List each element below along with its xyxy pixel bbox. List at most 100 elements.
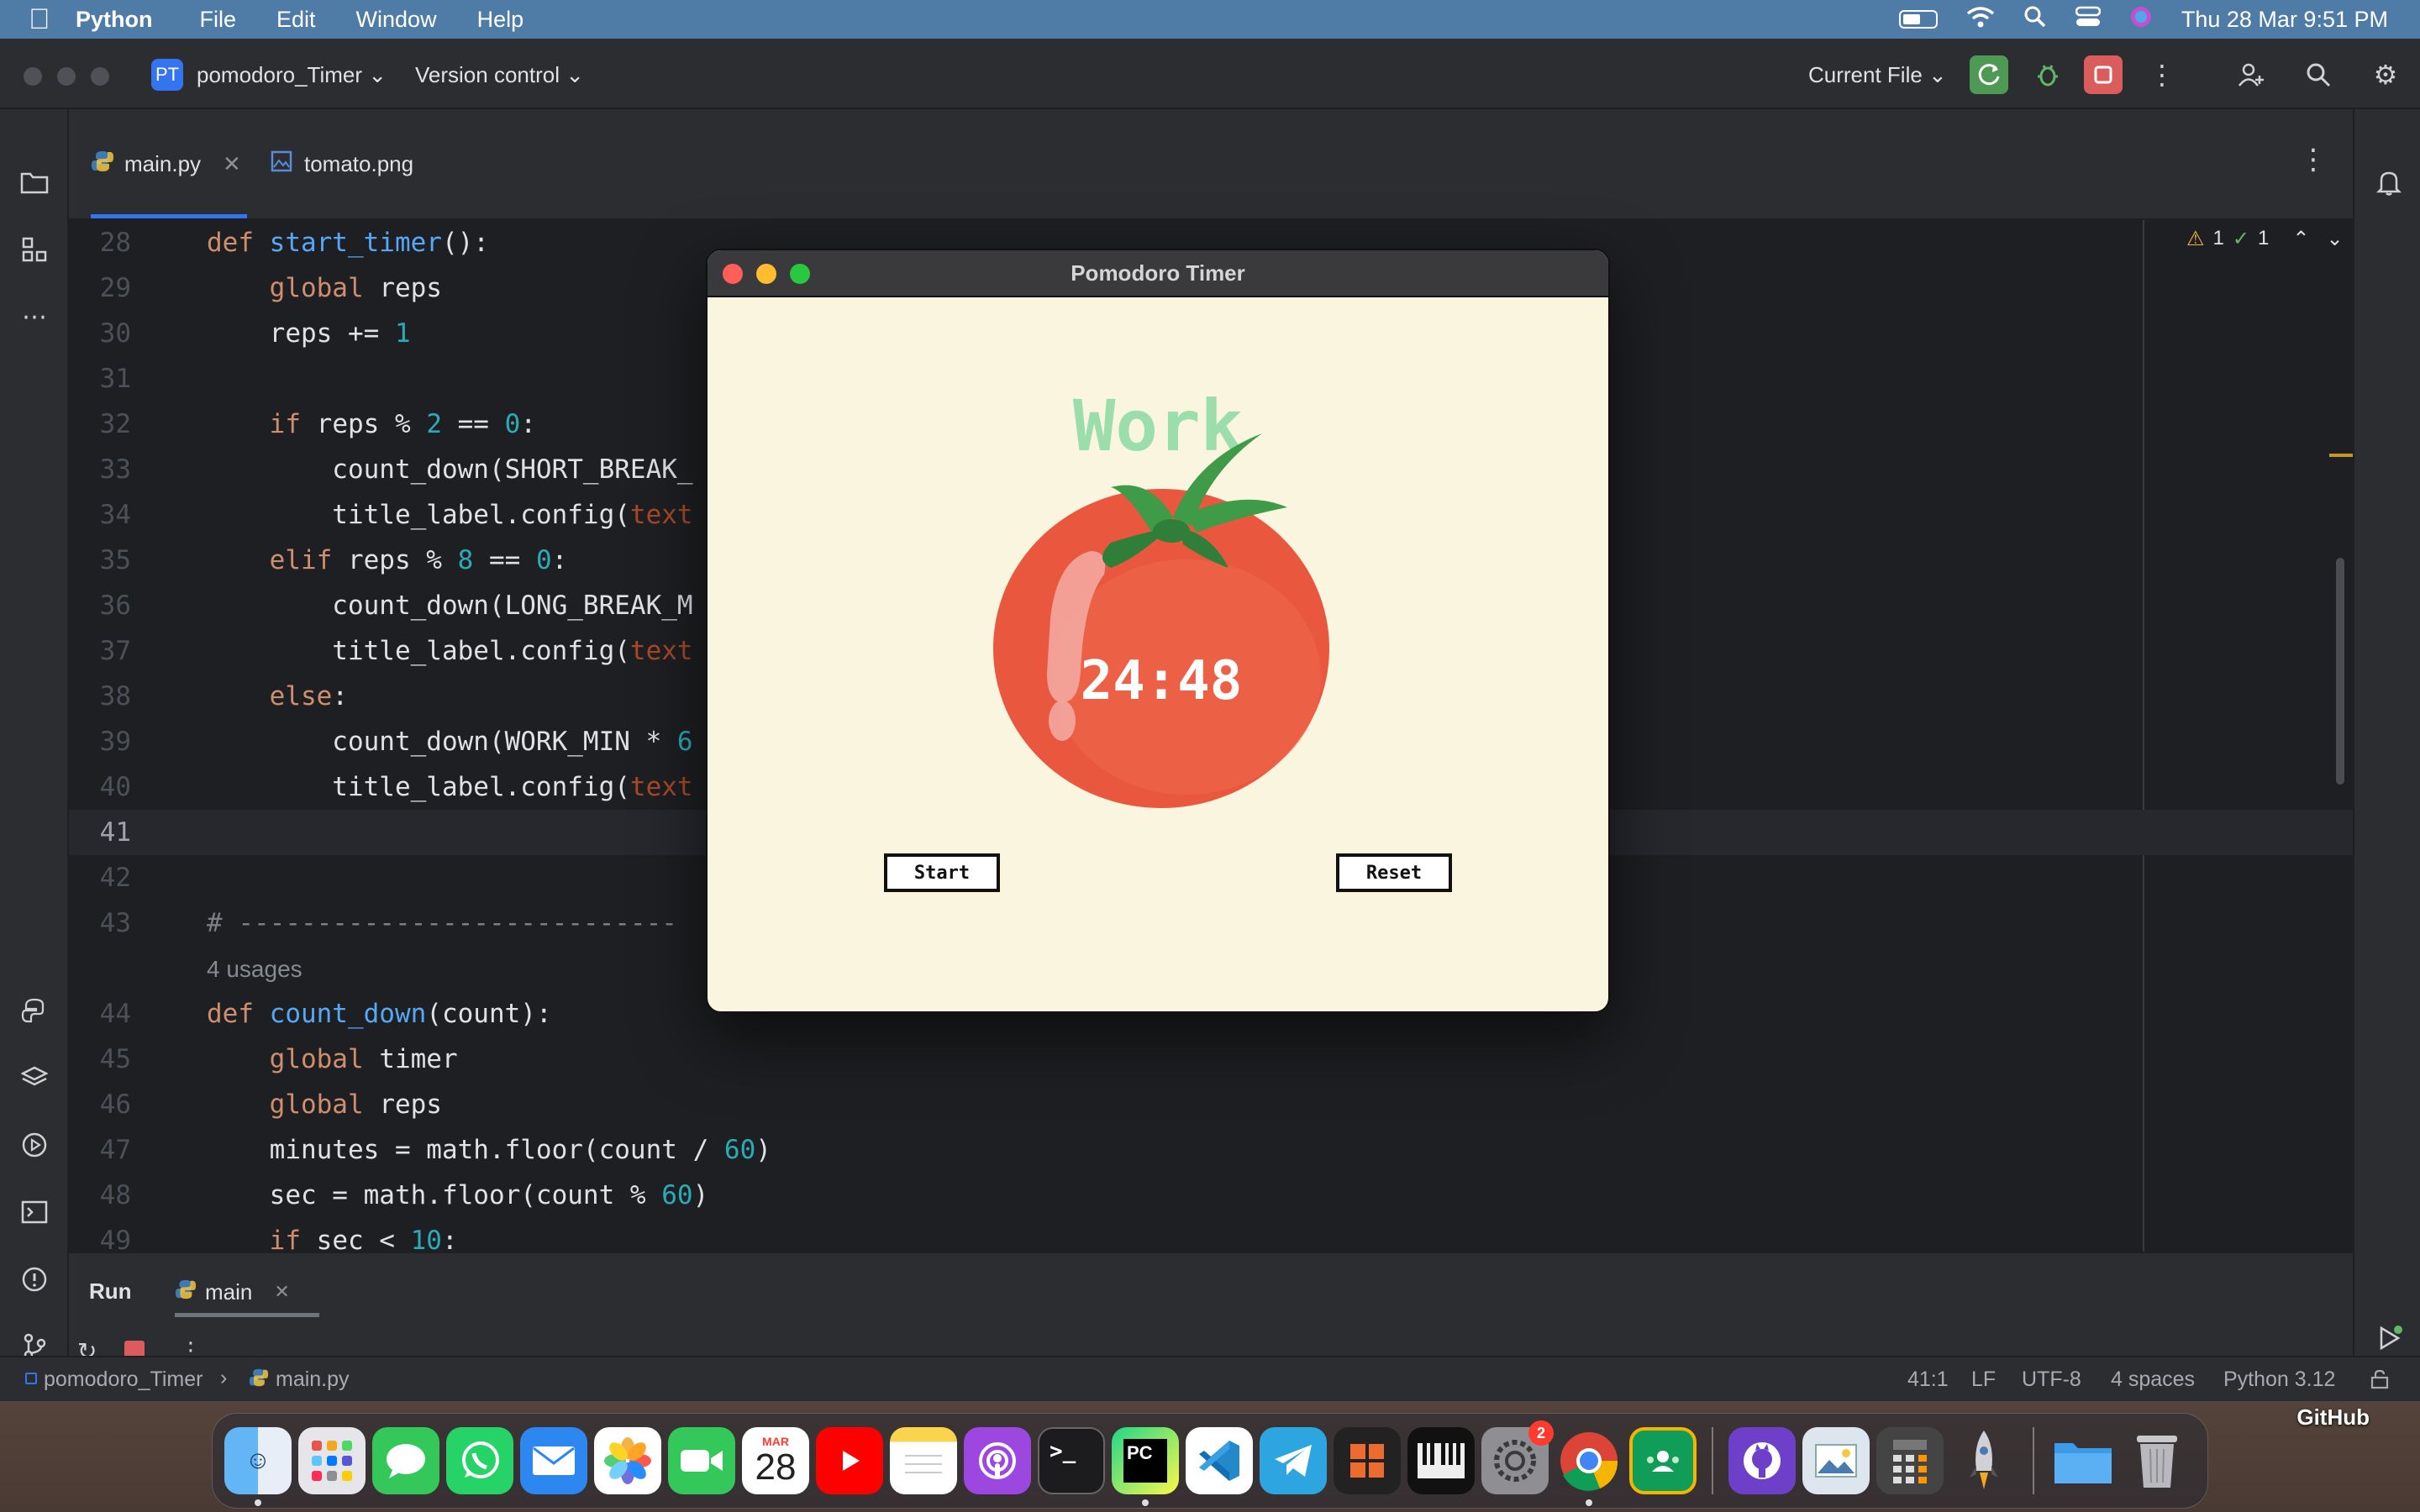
macos-dock: ☺ MAR 28 >_ PC 2 [212,1413,2208,1509]
python-console-icon[interactable] [17,993,52,1028]
terminal-icon[interactable] [17,1194,52,1230]
messages-icon[interactable] [372,1427,439,1494]
downloads-folder-icon[interactable] [2049,1427,2117,1494]
code-line[interactable]: 46 global reps [69,1082,2353,1127]
rerun-icon[interactable] [1970,55,2008,94]
preview-icon[interactable] [1802,1427,1870,1494]
run-tool-icon[interactable] [17,1127,52,1163]
project-folder-icon[interactable] [17,165,52,200]
version-control-menu[interactable]: Version control ⌄ [415,62,584,88]
layers-icon[interactable] [17,1060,52,1095]
line-number: 37 [99,636,131,666]
problems-icon[interactable] [17,1262,52,1297]
wifi-icon[interactable] [1966,5,1995,34]
run-tab-main[interactable]: main ✕ [175,1268,319,1317]
tab-main-py[interactable]: main.py ✕ [91,109,247,218]
apple-menu-icon[interactable]:  [29,3,76,36]
more-actions-icon[interactable]: ⋮ [2143,55,2181,94]
warning-marker[interactable] [2329,454,2353,457]
run-tab-indicator [175,1313,319,1317]
calculator-icon[interactable] [1876,1427,1944,1494]
window-close-button[interactable] [24,67,42,86]
run-tab-close-icon[interactable]: ✕ [274,1281,289,1303]
rocket-app-icon[interactable] [1950,1427,2018,1494]
trash-icon[interactable] [2123,1427,2191,1494]
menubar-app-name[interactable]: Python [76,7,153,33]
indent-setting[interactable]: 4 spaces [2111,1368,2195,1392]
desktop-github-label[interactable]: GitHub [2296,1404,2370,1431]
window-zoom-button[interactable] [91,67,109,86]
app-orange-icon[interactable] [1334,1427,1401,1494]
notes-icon[interactable] [890,1427,957,1494]
search-everywhere-icon[interactable] [2299,55,2338,94]
telegram-icon[interactable] [1260,1427,1327,1494]
code-line[interactable]: 48 sec = math.floor(count % 60) [69,1173,2353,1218]
podcasts-icon[interactable] [964,1427,1031,1494]
launchpad-icon[interactable] [298,1427,366,1494]
menubar-clock[interactable]: Thu 28 Mar 9:51 PM [2181,7,2388,33]
tk-titlebar[interactable]: Pomodoro Timer [708,250,1608,297]
tab-close-icon[interactable]: ✕ [223,151,241,177]
menu-edit[interactable]: Edit [276,7,316,33]
calendar-icon[interactable]: MAR 28 [742,1427,809,1494]
start-button[interactable]: Start [884,853,1000,892]
code-token: 10 [410,1226,442,1252]
piano-app-icon[interactable] [1407,1427,1475,1494]
code-token: == [473,545,536,575]
google-classroom-icon[interactable] [1629,1427,1697,1494]
menu-file[interactable]: File [200,7,237,33]
menu-help[interactable]: Help [477,7,524,33]
lock-icon[interactable] [2370,1369,2390,1395]
usages-hint[interactable]: 4 usages [207,956,302,982]
whatsapp-icon[interactable] [446,1427,513,1494]
tab-options-icon[interactable]: ⋮ [2299,143,2328,176]
run-widget-icon[interactable] [2371,1320,2407,1356]
pycharm-icon[interactable]: PC [1112,1427,1179,1506]
file-encoding[interactable]: UTF-8 [2022,1368,2081,1392]
reset-button[interactable]: Reset [1336,853,1452,892]
spotlight-search-icon[interactable] [2023,5,2047,34]
control-center-icon[interactable] [2075,6,2102,34]
code-token: def [207,999,270,1029]
run-config-selector[interactable]: Current File ⌄ [1808,62,1947,88]
facetime-icon[interactable] [668,1427,735,1494]
code-line[interactable]: 47 minutes = math.floor(count / 60) [69,1127,2353,1173]
line-separator[interactable]: LF [1971,1368,1996,1392]
mail-icon[interactable] [520,1427,587,1494]
siri-icon[interactable] [2129,5,2153,34]
vscode-icon[interactable] [1186,1427,1253,1494]
menu-window[interactable]: Window [356,7,437,33]
terminal-app-icon[interactable]: >_ [1038,1427,1105,1494]
photos-icon[interactable] [594,1427,661,1494]
github-desktop-icon[interactable] [1728,1427,1796,1494]
window-minimize-button[interactable] [57,67,76,86]
project-selector[interactable]: pomodoro_Timer ⌄ [197,62,387,88]
project-badge[interactable]: PT [151,59,183,91]
tab-tomato-png[interactable]: tomato.png [271,109,455,218]
battery-icon[interactable] [1898,10,1938,29]
youtube-icon[interactable] [816,1427,883,1494]
code-line[interactable]: 45 global timer [69,1037,2353,1082]
caret-position[interactable]: 41:1 [1907,1368,1949,1392]
breadcrumb-file[interactable]: main.py [276,1368,350,1392]
settings-gear-icon[interactable]: ⚙ [2366,55,2405,94]
active-tab-indicator [91,214,247,218]
breadcrumb-project[interactable]: pomodoro_Timer [44,1368,203,1392]
image-file-icon [271,150,292,178]
more-tools-icon[interactable]: ⋯ [17,299,52,334]
stop-icon[interactable] [2084,55,2123,94]
python-interpreter[interactable]: Python 3.12 [2223,1368,2335,1392]
system-settings-icon[interactable]: 2 [1481,1420,1554,1494]
notifications-bell-icon[interactable] [2371,165,2407,200]
code-line[interactable]: 49 if sec < 10: [69,1218,2353,1252]
chrome-icon[interactable] [1555,1427,1623,1506]
editor-scrollbar[interactable] [2336,558,2344,785]
finder-icon[interactable]: ☺ [224,1427,292,1506]
structure-icon[interactable] [17,232,52,267]
code-token: count_down(WORK_MIN * [207,727,677,757]
code-text: sec = math.floor(count % 60) [207,1173,709,1218]
debug-bug-icon[interactable] [2028,55,2067,94]
add-user-icon[interactable] [2232,55,2270,94]
